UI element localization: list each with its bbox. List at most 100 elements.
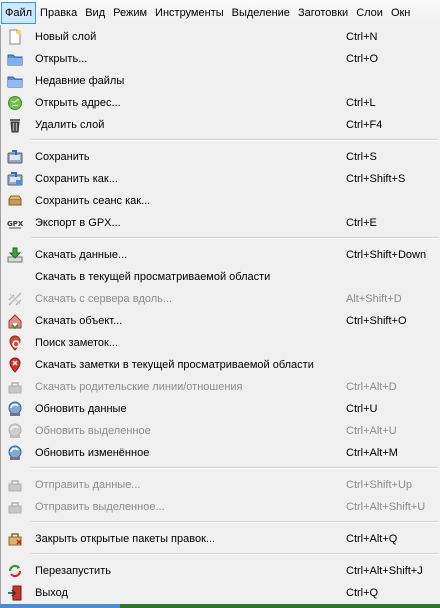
recent-files-icon [7, 73, 23, 89]
menu-item-label: Скачать объект... [35, 315, 123, 327]
save-icon [7, 149, 23, 165]
menu-item-update-selection[interactable]: Обновить выделенное Ctrl+Alt+U [1, 420, 440, 442]
menu-item-shortcut: Ctrl+Alt+U [346, 425, 397, 437]
menu-item-download-along[interactable]: Скачать с сервера вдоль... Alt+Shift+D [1, 288, 440, 310]
menu-item-shortcut: Ctrl+S [346, 151, 377, 163]
menu-item-label: Экспорт в GPX... [35, 217, 121, 229]
menu-item-label: Отправить данные... [35, 479, 141, 491]
search-notes-icon [7, 335, 23, 351]
menu-item-delete-layer[interactable]: Удалить слой Ctrl+F4 [1, 114, 440, 136]
menu-view[interactable]: Вид [81, 2, 109, 24]
menu-item-shortcut: Ctrl+L [346, 97, 376, 109]
menu-item-download-notes[interactable]: Скачать заметки в текущей просматриваемо… [1, 354, 440, 376]
menu-item-label: Сохранить [35, 151, 90, 163]
menu-item-label: Скачать с сервера вдоль... [35, 293, 173, 305]
file-menu-dropdown: Новый слой Ctrl+N Открыть... Ctrl+O Неда… [0, 25, 440, 608]
open-folder-icon [7, 51, 23, 67]
download-icon [7, 247, 23, 263]
menu-selection[interactable]: Выделение [228, 2, 294, 24]
menu-item-close-changesets[interactable]: Закрыть открытые пакеты правок... Ctrl+A… [1, 528, 440, 550]
menu-item-label: Выход [35, 587, 68, 599]
menu-item-shortcut: Ctrl+Shift+Down [346, 249, 427, 261]
menu-item-shortcut: Ctrl+Alt+Shift+U [346, 501, 426, 513]
menu-mode[interactable]: Режим [109, 2, 151, 24]
menu-item-label: Новый слой [35, 31, 97, 43]
menu-item-label: Обновить изменённое [35, 447, 150, 459]
menu-item-label: Сохранить как... [35, 173, 118, 185]
menu-item-update-data[interactable]: Обновить данные Ctrl+U [1, 398, 440, 420]
menu-item-upload-data[interactable]: Отправить данные... Ctrl+Shift+Up [1, 474, 440, 496]
menu-file[interactable]: Файл [1, 1, 37, 24]
menu-item-label: Сохранить сеанс как... [35, 195, 151, 207]
trash-icon [7, 117, 23, 133]
menu-item-search-notes[interactable]: Поиск заметок... [1, 332, 440, 354]
download-parents-icon [7, 379, 23, 395]
menu-item-label: Обновить выделенное [35, 425, 151, 437]
menu-item-label: Скачать в текущей просматриваемой област… [35, 271, 271, 283]
menu-item-label: Обновить данные [35, 403, 127, 415]
menu-item-label: Открыть... [35, 53, 88, 65]
menu-item-shortcut: Alt+Shift+D [346, 293, 402, 305]
menu-item-shortcut: Ctrl+Alt+D [346, 381, 397, 393]
menu-item-shortcut: Ctrl+Shift+Up [346, 479, 413, 491]
download-along-icon [7, 291, 23, 307]
menu-item-open[interactable]: Открыть... Ctrl+O [1, 48, 440, 70]
menu-item-download-object[interactable]: Скачать объект... Ctrl+Shift+O [1, 310, 440, 332]
menu-item-label: Отправить выделенное... [35, 501, 165, 513]
update-selection-icon [7, 423, 23, 439]
close-changeset-icon [7, 531, 23, 547]
menu-separator [31, 237, 439, 239]
menu-windows[interactable]: Окн [387, 2, 414, 24]
menu-edit[interactable]: Правка [36, 2, 81, 24]
note-pin-icon [7, 357, 23, 373]
menu-presets[interactable]: Заготовки [294, 2, 352, 24]
menu-item-shortcut: Ctrl+Alt+Shift+J [346, 565, 423, 577]
exit-icon [7, 585, 23, 601]
menu-item-shortcut: Ctrl+Shift+O [346, 315, 407, 327]
menu-item-download-in-view[interactable]: Скачать в текущей просматриваемой област… [1, 266, 440, 288]
menu-item-exit[interactable]: Выход Ctrl+Q [1, 582, 440, 604]
menu-item-shortcut: Ctrl+N [346, 31, 378, 43]
menu-bar: Файл Правка Вид Режим Инструменты Выделе… [0, 0, 440, 26]
menu-item-save-as[interactable]: Сохранить как... Ctrl+Shift+S [1, 168, 440, 190]
menu-separator [31, 467, 439, 469]
menu-separator [31, 553, 439, 555]
menu-item-export-gpx[interactable]: GPX Экспорт в GPX... Ctrl+E [1, 212, 440, 234]
menu-item-label: Удалить слой [35, 119, 105, 131]
menu-item-download-parents[interactable]: Скачать родительские линии/отношения Ctr… [1, 376, 440, 398]
menu-item-upload-selection[interactable]: Отправить выделенное... Ctrl+Alt+Shift+U [1, 496, 440, 518]
menu-tools[interactable]: Инструменты [151, 2, 228, 24]
menu-layers[interactable]: Слои [352, 2, 387, 24]
menu-item-shortcut: Ctrl+O [346, 53, 379, 65]
menu-item-open-location[interactable]: Открыть адрес... Ctrl+L [1, 92, 440, 114]
menu-item-label: Закрыть открытые пакеты правок... [35, 533, 216, 545]
menu-item-update-modified[interactable]: Обновить изменённое Ctrl+Alt+M [1, 442, 440, 464]
download-object-icon [7, 313, 23, 330]
menu-item-shortcut: Ctrl+Alt+M [346, 447, 398, 459]
menu-item-shortcut: Ctrl+Alt+Q [346, 533, 398, 545]
menu-separator [31, 139, 439, 141]
new-layer-icon [7, 29, 23, 45]
menu-item-restart[interactable]: Перезапустить Ctrl+Alt+Shift+J [1, 560, 440, 582]
menu-item-new-layer[interactable]: Новый слой Ctrl+N [1, 26, 440, 48]
save-as-icon [7, 171, 23, 187]
menu-item-label: Поиск заметок... [35, 337, 119, 349]
save-session-icon [7, 193, 23, 209]
menu-item-recent-files[interactable]: Недавние файлы [1, 70, 440, 92]
menu-item-label: Открыть адрес... [35, 97, 121, 109]
update-data-icon [7, 401, 23, 417]
menu-item-label: Недавние файлы [35, 75, 125, 87]
menu-item-label: Перезапустить [35, 565, 111, 577]
menu-item-save[interactable]: Сохранить Ctrl+S [1, 146, 440, 168]
menu-item-shortcut: Ctrl+F4 [346, 119, 383, 131]
menu-item-shortcut: Ctrl+U [346, 403, 378, 415]
menu-item-shortcut: Ctrl+Shift+S [346, 173, 406, 185]
menu-item-save-session[interactable]: Сохранить сеанс как... [1, 190, 440, 212]
restart-icon [7, 563, 23, 579]
menu-item-label: Скачать заметки в текущей просматриваемо… [35, 359, 314, 371]
menu-item-shortcut: Ctrl+Q [346, 587, 379, 599]
update-modified-icon [7, 445, 23, 461]
upload-selection-icon [7, 499, 23, 515]
upload-icon [7, 477, 23, 493]
menu-item-download-data[interactable]: Скачать данные... Ctrl+Shift+Down [1, 244, 440, 266]
